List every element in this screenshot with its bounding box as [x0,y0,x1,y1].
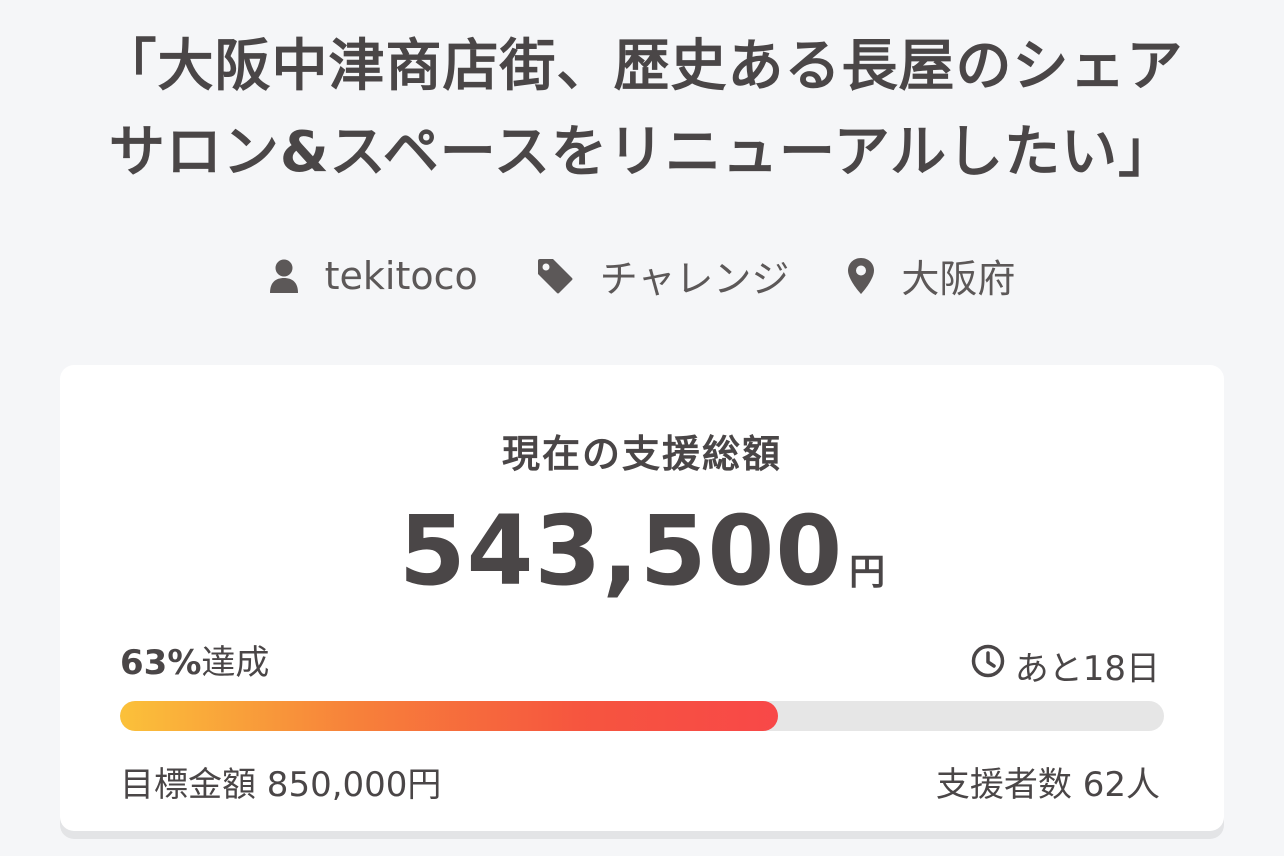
project-meta: tekitoco チャレンジ 大阪府 [0,248,1284,303]
achievement-label: 達成 [201,643,270,683]
location-link[interactable]: 大阪府 [847,248,1015,303]
clock-icon [971,644,1005,687]
funding-label: 現在の支援総額 [501,432,782,476]
funding-card: 現在の支援総額 543,500 円 63%達成 あと18日 目標金額 850,00… [60,365,1224,831]
currency-unit: 円 [849,552,886,593]
funding-amount: 543,500 [398,495,844,607]
owner-name: tekitoco [324,253,478,298]
project-title-line-1: 「大阪中津商店街、歴史ある長屋のシェア [100,34,1184,99]
progress-bar [120,701,1164,731]
category-name: チャレンジ [599,257,790,301]
owner-link[interactable]: tekitoco [269,254,478,298]
category-link[interactable]: チャレンジ [536,248,790,303]
goal-amount: 目標金額 850,000円 [120,765,442,805]
achievement-rate: 63%達成 [120,635,269,684]
days-remaining: あと18日 [971,641,1160,690]
days-remaining-text: あと18日 [1014,649,1160,689]
project-title: 「大阪中津商店街、歴史ある長屋のシェア サロン&スペースをリニューアルしたい」 [60,24,1224,196]
supporter-count: 支援者数 62人 [935,765,1160,805]
tag-icon [536,257,574,295]
progress-bar-fill [120,701,778,731]
achievement-percent: 63% [120,643,202,683]
map-pin-icon [847,257,875,295]
funding-amount-row: 543,500 円 [60,495,1224,607]
user-icon [269,258,299,294]
location-name: 大阪府 [901,257,1016,301]
project-title-line-2: サロン&スペースをリニューアルしたい」 [108,120,1176,185]
